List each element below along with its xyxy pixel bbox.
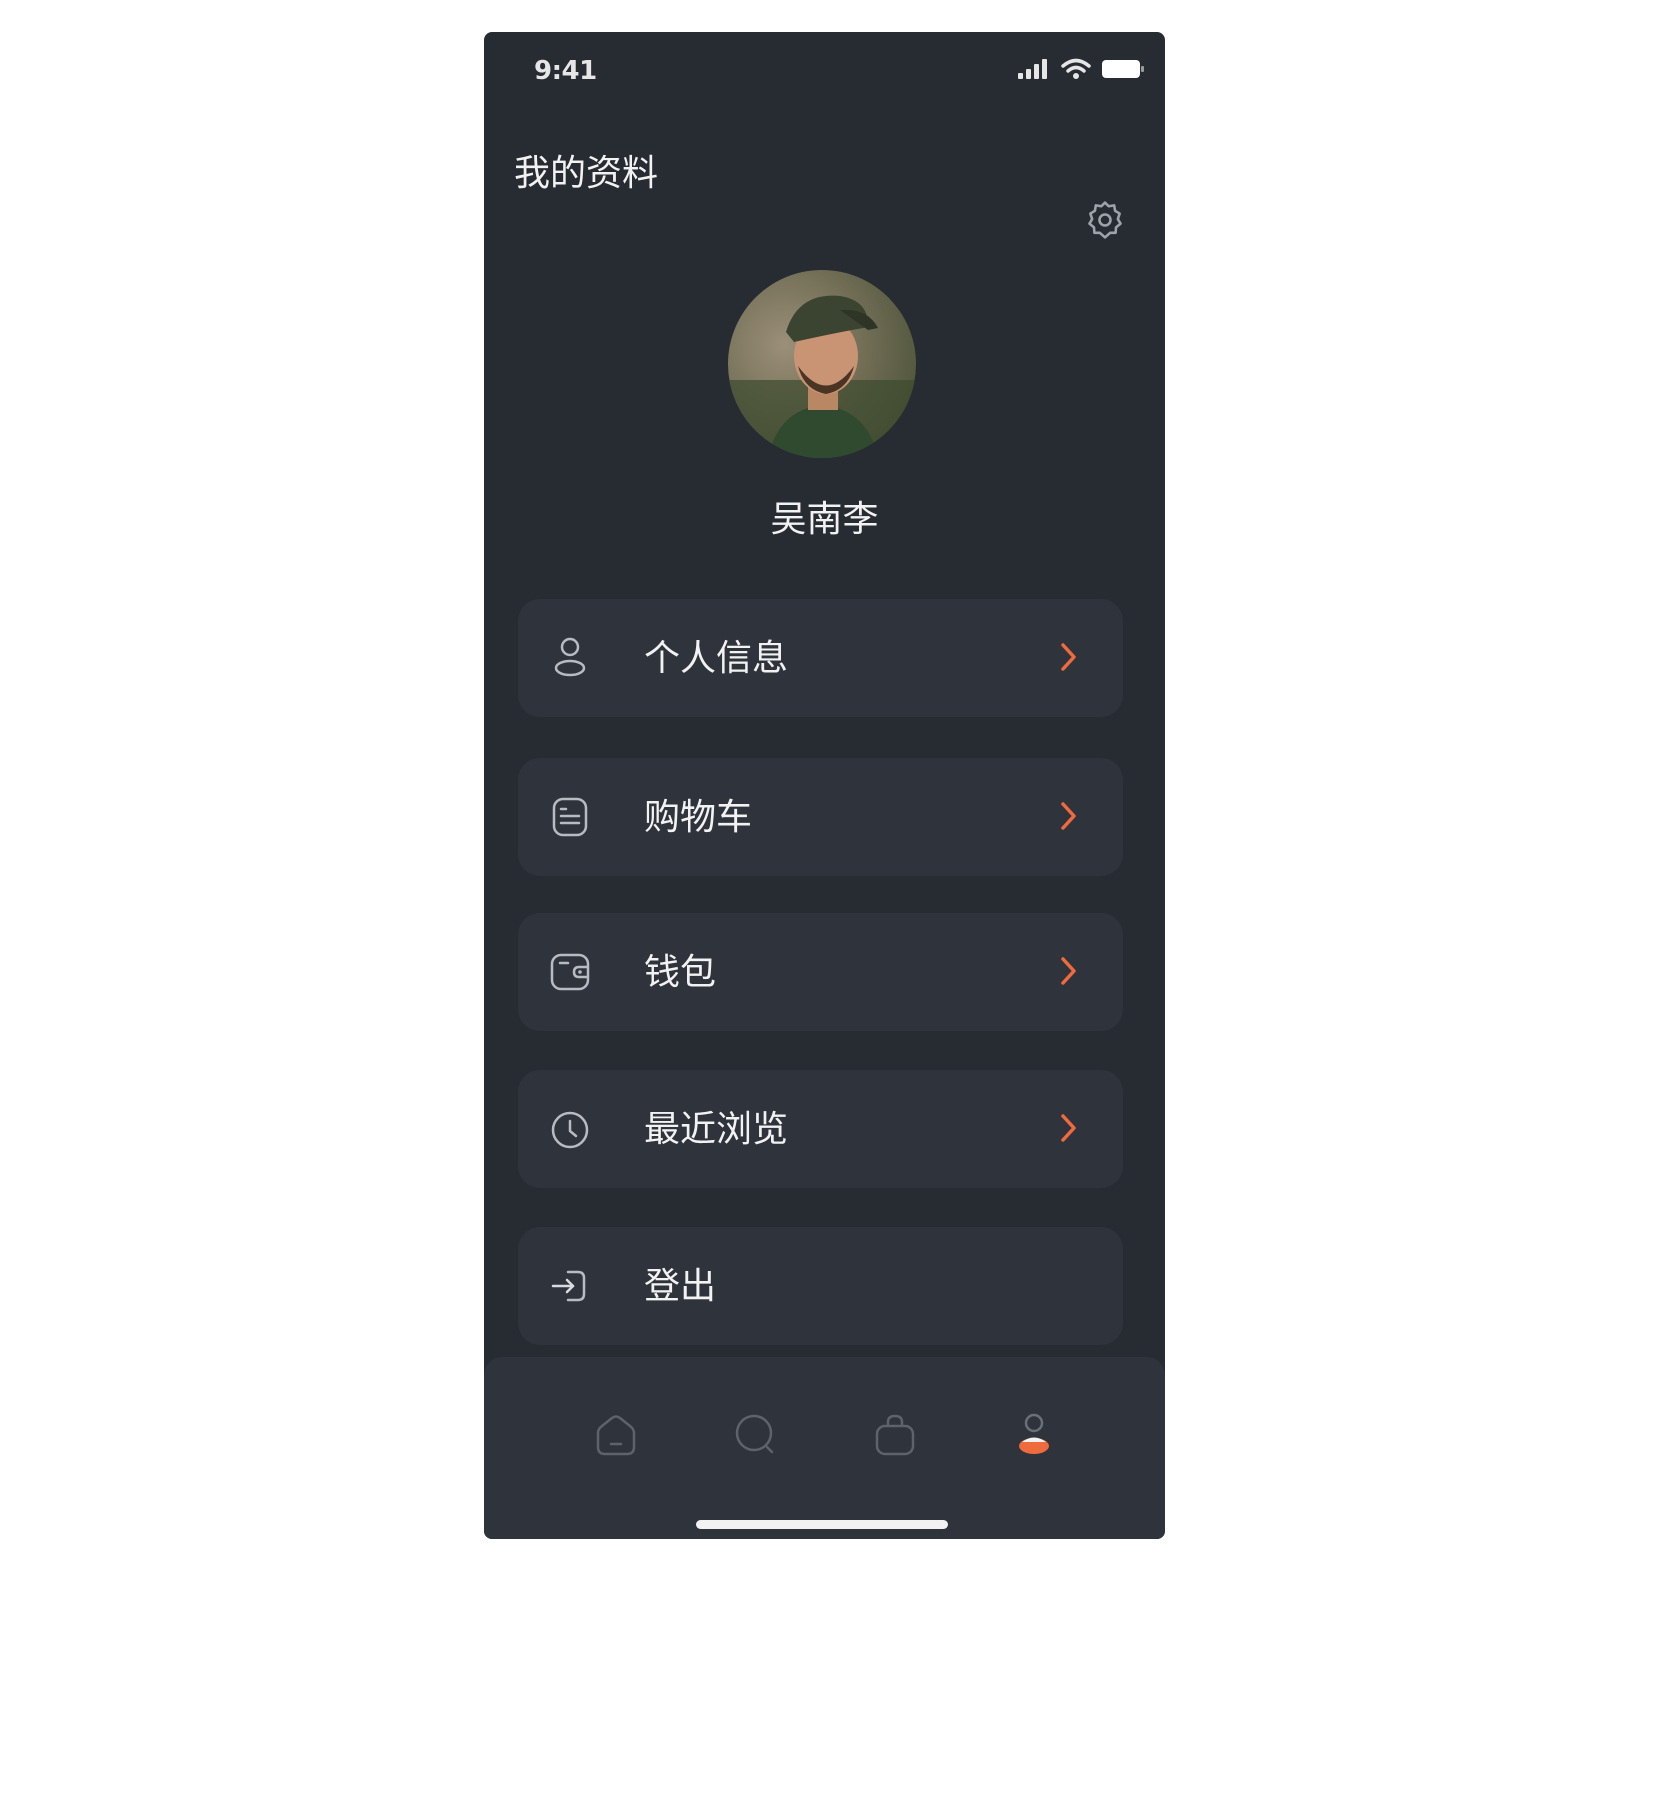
tab-profile[interactable] bbox=[1008, 1409, 1060, 1461]
profile-icon bbox=[1019, 1413, 1049, 1454]
phone-screen: 9:41 我的资料 吴南李 个人信息 购物车 钱包 最近浏览 登出 bbox=[484, 32, 1165, 1539]
wallet-icon bbox=[548, 950, 592, 994]
menu-label: 钱包 bbox=[644, 952, 717, 993]
avatar-photo bbox=[728, 270, 916, 458]
user-icon bbox=[548, 636, 592, 680]
user-name: 吴南李 bbox=[770, 499, 879, 540]
battery-icon bbox=[1102, 60, 1144, 78]
tab-bag[interactable] bbox=[869, 1409, 921, 1461]
logout-icon bbox=[548, 1264, 592, 1308]
gear-icon bbox=[1088, 201, 1122, 239]
menu-item-logout[interactable]: 登出 bbox=[518, 1227, 1123, 1345]
chevron-right-icon bbox=[1053, 640, 1083, 674]
tab-home[interactable] bbox=[590, 1409, 642, 1461]
tab-search[interactable] bbox=[730, 1409, 782, 1461]
home-icon bbox=[596, 1415, 636, 1456]
menu-item-wallet[interactable]: 钱包 bbox=[518, 913, 1123, 1031]
menu-label: 登出 bbox=[644, 1266, 717, 1307]
page-title: 我的资料 bbox=[514, 153, 659, 194]
avatar[interactable] bbox=[728, 270, 916, 458]
settings-button[interactable] bbox=[1083, 198, 1127, 242]
chevron-right-icon bbox=[1053, 1111, 1083, 1145]
home-indicator bbox=[696, 1520, 948, 1529]
clock-icon bbox=[548, 1107, 592, 1151]
menu-label: 最近浏览 bbox=[644, 1109, 789, 1150]
chevron-right-icon bbox=[1053, 954, 1083, 988]
bag-icon bbox=[875, 1414, 915, 1456]
tab-bar bbox=[484, 1357, 1165, 1539]
chevron-right-icon bbox=[1053, 799, 1083, 833]
status-time: 9:41 bbox=[534, 56, 597, 86]
menu-item-shopping-cart[interactable]: 购物车 bbox=[518, 758, 1123, 876]
menu-item-recently-viewed[interactable]: 最近浏览 bbox=[518, 1070, 1123, 1188]
document-icon bbox=[548, 795, 592, 839]
menu-label: 个人信息 bbox=[644, 638, 789, 679]
menu-label: 购物车 bbox=[644, 797, 753, 838]
menu-item-personal-info[interactable]: 个人信息 bbox=[518, 599, 1123, 717]
wifi-icon bbox=[1061, 58, 1091, 79]
status-bar: 9:41 bbox=[484, 32, 1165, 112]
status-icons bbox=[1017, 58, 1145, 80]
search-icon bbox=[735, 1414, 774, 1454]
signal-icon bbox=[1018, 59, 1047, 79]
